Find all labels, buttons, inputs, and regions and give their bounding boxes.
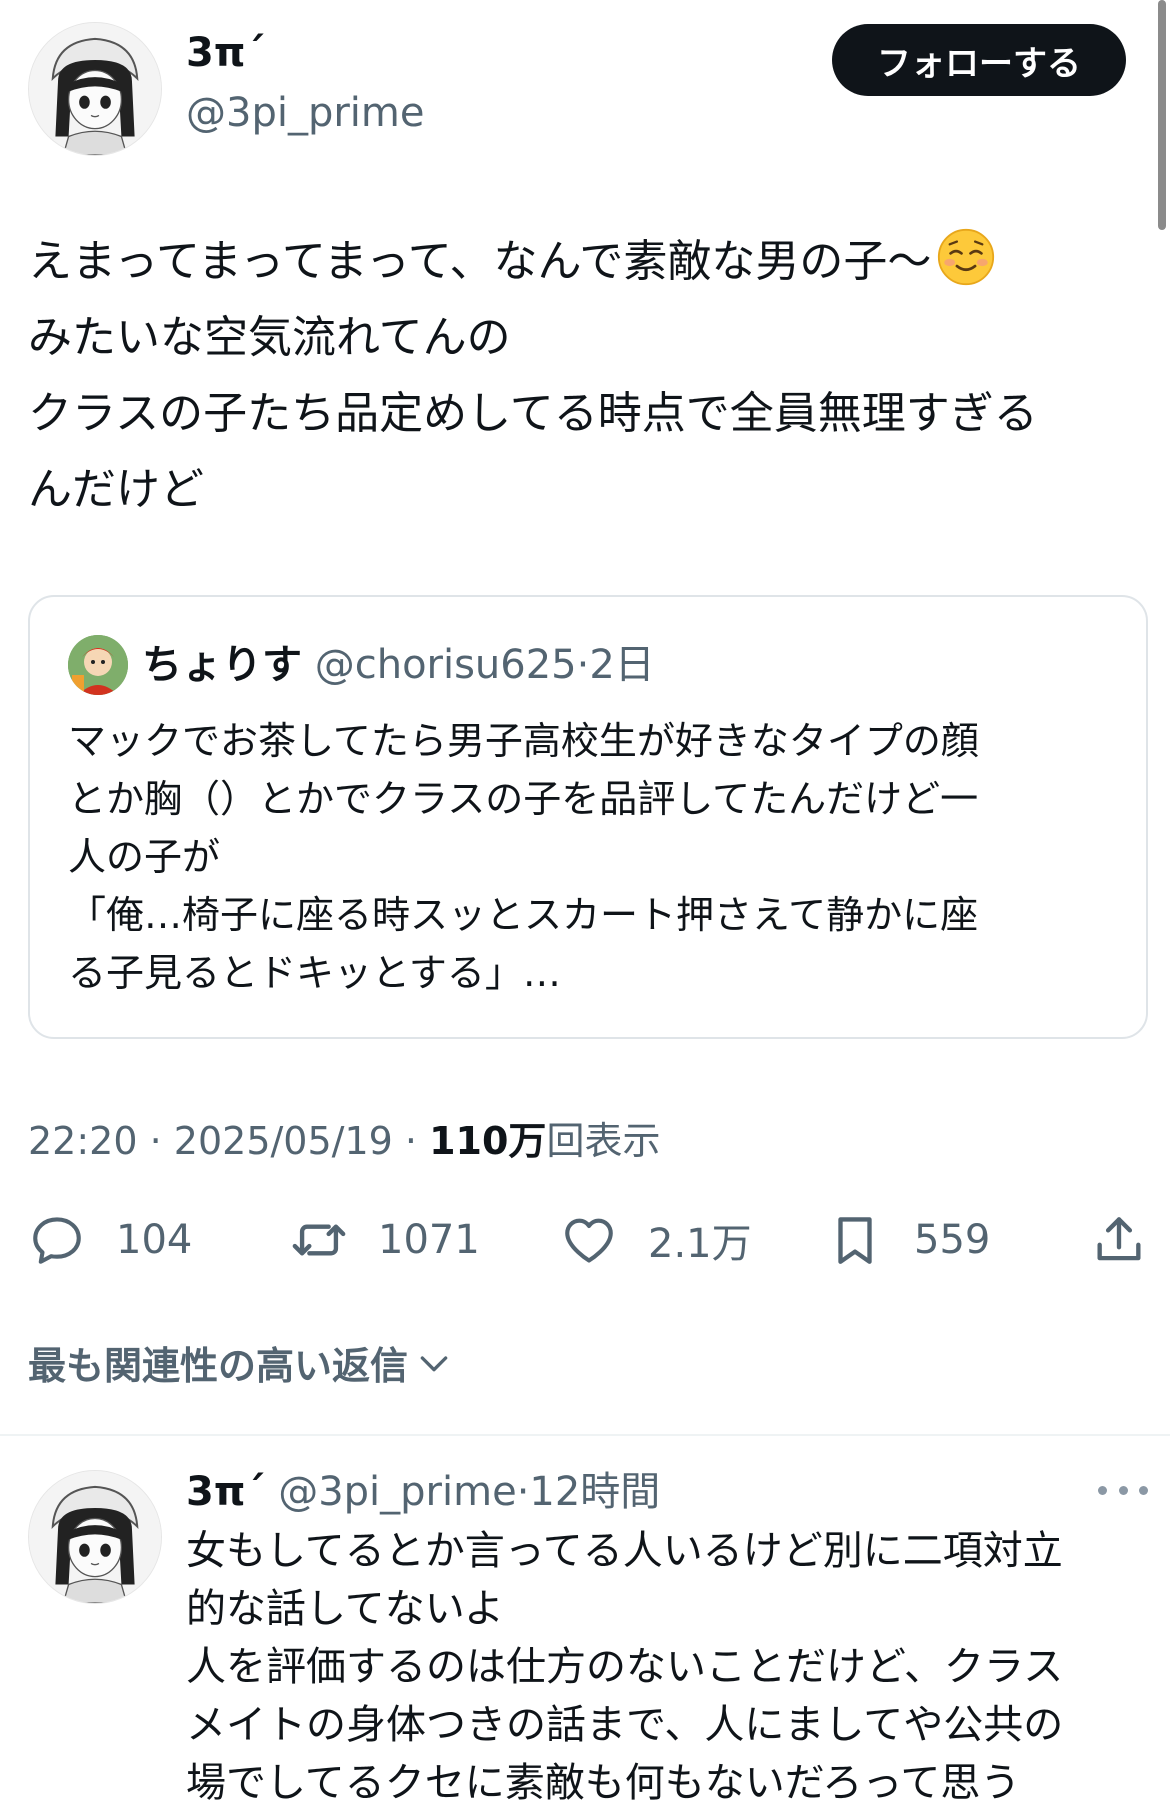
sort-label: 最も関連性の高い返信 [28, 1344, 409, 1388]
follow-button[interactable]: フォローする [832, 24, 1126, 96]
share-icon [1097, 1217, 1141, 1261]
separator-dot: · [149, 1119, 162, 1163]
reply-text-line: メイトの身体つきの話まで、人にましてや公共の [186, 1702, 1064, 1748]
share-button[interactable] [1090, 1200, 1148, 1280]
tweet-meta: 22:20 · 2025/05/19 · 110万回表示 [28, 1110, 660, 1165]
author-name[interactable]: 3π´ [186, 30, 265, 76]
quoted-author-name[interactable]: ちょりす [142, 642, 302, 688]
scrollbar[interactable] [1158, 0, 1166, 230]
separator-dot: · [404, 1119, 418, 1163]
tweet-line: んだけど [28, 464, 204, 515]
action-bar: 104 1071 2.1万 559 [28, 1200, 1148, 1280]
comment-bubble-icon [33, 1217, 81, 1264]
avatar-illustration [68, 635, 128, 695]
reply-text: 女もしてるとか言ってる人いるけど別に二項対立 的な話してないよ 人を評価するのは… [186, 1522, 1146, 1812]
reply-text-line: 女もしてるとか言ってる人いるけど別に二項対立 [186, 1528, 1063, 1574]
reply-text-line: 人を評価するのは仕方のないことだけど、クラス [186, 1644, 1064, 1690]
quoted-text-line: 「俺…椅子に座る時スッとスカート押さえて静かに座 [68, 893, 979, 937]
views-count: 110万 [429, 1119, 547, 1163]
bookmark-button[interactable]: 559 [826, 1200, 990, 1280]
quoted-text-line: とか胸（）とかでクラスの子を品評してたんだけど一 [68, 777, 979, 821]
reply-author-name[interactable]: 3π´ [186, 1469, 265, 1515]
reply-author-handle[interactable]: @3pi_prime [278, 1469, 516, 1515]
bookmark-count: 559 [914, 1217, 991, 1263]
tweet-text: えまってまってまって、なんで素敵な男の子〜 みたいな空気流れてんの クラスの子た… [28, 224, 1148, 528]
more-dots-icon[interactable] [1098, 1470, 1148, 1510]
repost-icon [292, 1224, 346, 1256]
quoted-tweet-text: マックでお茶してたら男子高校生が好きなタイプの顔 とか胸（）とかでクラスの子を品… [68, 712, 1118, 1002]
like-button[interactable]: 2.1万 [560, 1200, 752, 1280]
bookmark-icon [838, 1217, 872, 1264]
divider [0, 1434, 1170, 1436]
quoted-author-handle[interactable]: @chorisu625 [315, 642, 577, 688]
tweet-date[interactable]: 2025/05/19 [174, 1119, 393, 1163]
tweet-line: クラスの子たち品定めしてる時点で全員無理すぎる [28, 388, 1038, 439]
reply-button[interactable]: 104 [28, 1200, 192, 1280]
avatar-illustration [29, 1471, 161, 1603]
quoted-tweet-card[interactable]: ちょりす @chorisu625·2日 マックでお茶してたら男子高校生が好きなタ… [28, 595, 1148, 1039]
quoted-text-line: マックでお茶してたら男子高校生が好きなタイプの顔 [68, 719, 979, 763]
reply-count: 104 [116, 1217, 193, 1263]
like-count: 2.1万 [648, 1221, 752, 1267]
separator-dot: · [516, 1469, 530, 1515]
reply-text-line: 場でしてるクセに素敵も何もないだろって思う [186, 1760, 1021, 1806]
quoted-author-avatar[interactable] [68, 635, 128, 695]
quoted-tweet-header: ちょりす @chorisu625·2日 [142, 635, 655, 695]
author-handle[interactable]: @3pi_prime [186, 90, 424, 136]
tweet-line: えまってまってまって、なんで素敵な男の子〜 [28, 224, 1148, 300]
tweet-time[interactable]: 22:20 [28, 1119, 138, 1163]
avatar-illustration [29, 23, 161, 155]
separator-dot: · [576, 642, 590, 688]
smiling-face-icon [938, 228, 995, 286]
reply-sort-dropdown[interactable]: 最も関連性の高い返信 [28, 1335, 454, 1390]
author-avatar[interactable] [28, 22, 162, 156]
quoted-tweet-time[interactable]: 2日 [589, 642, 654, 688]
chevron-down-icon [420, 1355, 448, 1371]
repost-button[interactable]: 1071 [290, 1200, 480, 1280]
quoted-text-line: 人の子が [68, 835, 221, 879]
repost-count: 1071 [378, 1217, 480, 1263]
tweet-line: みたいな空気流れてんの [28, 312, 511, 363]
views-label: 回表示 [546, 1119, 661, 1163]
reply-time[interactable]: 12時間 [529, 1469, 660, 1515]
quoted-text-line: る子見るとドキッとする」… [68, 951, 561, 995]
reply-text-line: 的な話してないよ [186, 1586, 504, 1632]
reply-header: 3π´ @3pi_prime·12時間 [186, 1462, 660, 1522]
heart-icon [565, 1218, 613, 1263]
reply-author-avatar[interactable] [28, 1470, 162, 1604]
